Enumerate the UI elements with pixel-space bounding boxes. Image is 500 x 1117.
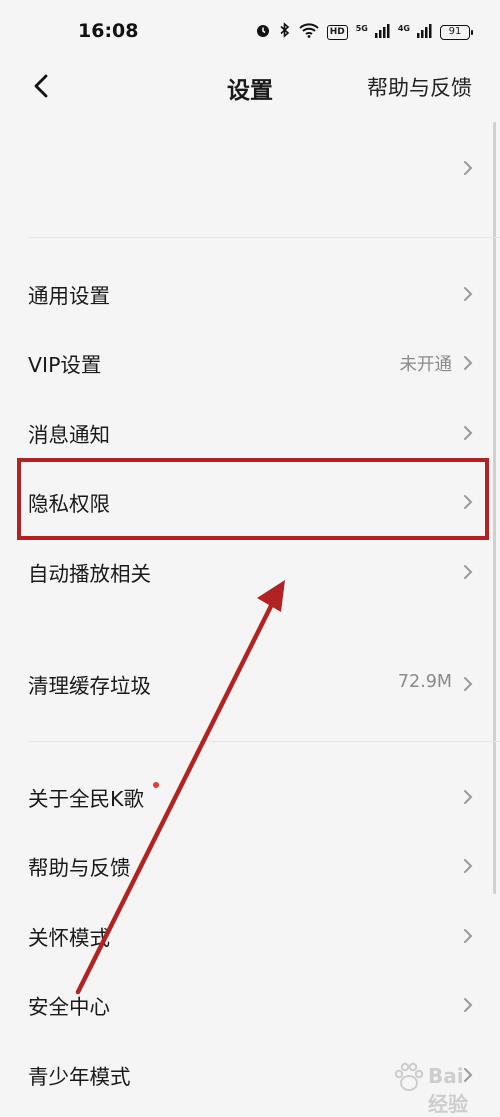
row-label: 隐私权限 xyxy=(28,492,110,516)
chevron-right-icon xyxy=(464,287,473,301)
watermark-text: Bai 经验 xyxy=(428,1064,468,1116)
chevron-left-icon xyxy=(34,74,48,98)
account-row[interactable] xyxy=(0,138,500,198)
row-label: VIP设置 xyxy=(28,353,102,377)
chevron-right-icon xyxy=(464,677,473,691)
help-feedback-link[interactable]: 帮助与反馈 xyxy=(367,72,472,102)
battery-icon: 91 xyxy=(440,24,473,40)
signal-1-icon xyxy=(374,23,390,42)
row-label: 消息通知 xyxy=(28,423,110,447)
row-label: 青少年模式 xyxy=(28,1065,131,1089)
alarm-icon xyxy=(255,22,271,42)
about-row[interactable]: 关于全民K歌 xyxy=(0,767,500,827)
status-icons: HD 5G 4G 91 xyxy=(255,22,473,42)
row-label: 关于全民K歌 xyxy=(28,787,144,811)
help-feedback-row[interactable]: 帮助与反馈 xyxy=(0,836,500,896)
nav-bar: 设置 帮助与反馈 xyxy=(0,62,500,110)
divider xyxy=(28,741,500,742)
wifi-icon xyxy=(299,22,319,42)
row-label: 关怀模式 xyxy=(28,926,110,950)
row-label: 帮助与反馈 xyxy=(28,856,131,880)
row-label: 安全中心 xyxy=(28,995,110,1019)
notification-row[interactable]: 消息通知 xyxy=(0,403,500,463)
chevron-right-icon xyxy=(464,790,473,804)
vip-settings-row[interactable]: VIP设置 未开通 xyxy=(0,333,500,393)
baidu-jingyan-watermark: Bai 经验 xyxy=(392,1058,472,1116)
privacy-permission-row[interactable]: 隐私权限 xyxy=(0,472,500,532)
hd-badge: HD xyxy=(326,24,348,40)
chevron-right-icon xyxy=(464,929,473,943)
row-label: 清理缓存垃圾 xyxy=(28,674,151,698)
new-badge-dot xyxy=(153,782,159,788)
chevron-right-icon xyxy=(464,565,473,579)
chevron-right-icon xyxy=(464,426,473,440)
chevron-right-icon xyxy=(464,161,473,175)
signal-1-label: 5G xyxy=(355,23,368,33)
status-time: 16:08 xyxy=(78,20,139,42)
back-button[interactable] xyxy=(26,70,58,102)
clear-cache-row[interactable]: 清理缓存垃圾 72.9M xyxy=(0,654,500,714)
paw-icon xyxy=(394,1062,424,1091)
row-label: 通用设置 xyxy=(28,284,110,308)
chevron-right-icon xyxy=(464,859,473,873)
divider xyxy=(28,237,500,238)
bluetooth-icon xyxy=(279,22,291,42)
signal-2-icon xyxy=(416,23,432,42)
autoplay-row[interactable]: 自动播放相关 xyxy=(0,542,500,602)
cache-size-value: 72.9M xyxy=(397,672,452,692)
care-mode-row[interactable]: 关怀模式 xyxy=(0,906,500,966)
security-center-row[interactable]: 安全中心 xyxy=(0,975,500,1035)
row-label: 自动播放相关 xyxy=(28,562,151,586)
chevron-right-icon xyxy=(464,998,473,1012)
vip-status-value: 未开通 xyxy=(399,355,453,375)
chevron-right-icon xyxy=(464,495,473,509)
general-settings-row[interactable]: 通用设置 xyxy=(0,264,500,324)
chevron-right-icon xyxy=(464,356,473,370)
status-bar: 16:08 HD 5G 4G 91 xyxy=(0,0,500,62)
signal-2-label: 4G xyxy=(397,23,410,33)
